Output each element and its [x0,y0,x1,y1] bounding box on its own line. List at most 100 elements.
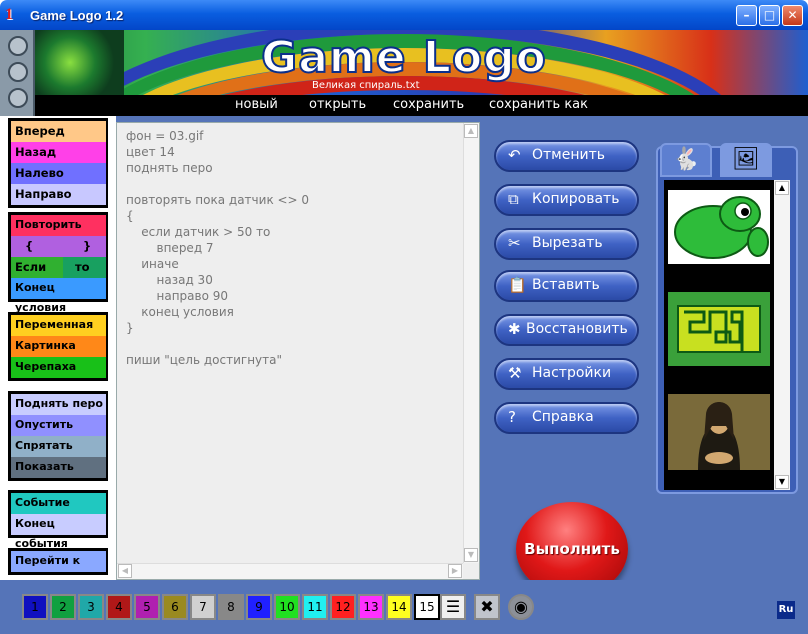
window-title: Game Logo 1.2 [30,8,124,23]
cmd-end-if[interactable]: Конец условия [11,278,106,314]
vertical-scrollbar[interactable]: ▲ ▼ [463,123,479,563]
paste-button[interactable]: 📋 Вставить [494,270,639,302]
cmd-right[interactable]: Направо [11,184,106,205]
cmd-pen-down[interactable]: Опустить перо [11,415,106,451]
app-icon: 1 [5,6,13,23]
undo-button[interactable]: ↶ Отменить [494,140,639,172]
scroll-right-icon[interactable]: ▶ [448,564,462,578]
settings-button[interactable]: ⚒ Настройки [494,358,639,390]
help-button[interactable]: ? Справка [494,402,639,434]
scroll-up-icon[interactable]: ▲ [775,181,789,195]
cmd-end-event[interactable]: Конец события [11,514,106,550]
app-logo: Game Logo [260,31,547,84]
cmd-show[interactable]: Показать [11,457,106,478]
objects-group: Переменная Картинка Черепаха [8,312,108,381]
color-grid-icon: ☰ [445,597,461,616]
menu-new[interactable]: новый [235,97,278,112]
binder-holes [0,30,35,116]
scroll-up-icon[interactable]: ▲ [464,124,478,138]
cmd-then: то [63,257,106,278]
minimize-icon: – [743,8,750,22]
help-icon: ? [508,408,516,426]
restore-button[interactable]: ✱ Восстановить [494,314,639,346]
cmd-if-then[interactable]: Если то [11,257,106,278]
color-swatch-15[interactable]: 15 [414,594,440,620]
title-bar: 1 Game Logo 1.2 – □ ✕ [0,0,808,30]
gallery-list: ▲ ▼ [664,180,790,490]
color-swatch-10[interactable]: 10 [274,594,300,620]
color-swatch-8[interactable]: 8 [218,594,244,620]
menu-open[interactable]: открыть [309,97,366,112]
cmd-pen-up[interactable]: Поднять перо [11,394,106,415]
color-swatch-11[interactable]: 11 [302,594,328,620]
color-swatch-2[interactable]: 2 [50,594,76,620]
color-swatch-14[interactable]: 14 [386,594,412,620]
minimize-button[interactable]: – [736,5,757,26]
color-swatch-1[interactable]: 1 [22,594,48,620]
color-swatch-5[interactable]: 5 [134,594,160,620]
cmd-variable[interactable]: Переменная [11,315,106,336]
tab-characters[interactable]: 🐇 [660,143,712,177]
cmd-picture[interactable]: Картинка [11,336,106,357]
pen-group: Поднять перо Опустить перо Спрятать Пока… [8,391,108,481]
tools-icon: ⚒ [508,364,522,382]
image-gallery: 🐇 🖼 ▲ ▼ [656,143,798,494]
goto-group: Перейти к [8,548,108,575]
code-editor[interactable]: фон = 03.gif цвет 14 поднять перо повтор… [116,122,480,580]
event-group: Событие Конец события [8,490,108,550]
scroll-left-icon[interactable]: ◀ [118,564,132,578]
brace-close: } [83,239,92,253]
color-swatch-12[interactable]: 12 [330,594,356,620]
gallery-item-mona-lisa[interactable] [668,394,770,470]
banner: Game Logo Великая спираль.txt [0,30,808,95]
maximize-button[interactable]: □ [759,5,780,26]
portrait-image [668,394,770,470]
cmd-left[interactable]: Налево [11,163,106,184]
code-text[interactable]: фон = 03.gif цвет 14 поднять перо повтор… [126,128,309,368]
disc-button[interactable]: ◉ [508,594,534,620]
horizontal-scrollbar[interactable]: ◀ ▶ [117,563,463,579]
color-swatch-4[interactable]: 4 [106,594,132,620]
binder-hole-icon [8,88,28,108]
cmd-event[interactable]: Событие [11,493,106,514]
tab-backgrounds[interactable]: 🖼 [720,143,772,177]
binder-hole-icon [8,36,28,56]
color-swatch-9[interactable]: 9 [246,594,272,620]
turtle-image [674,196,769,259]
color-swatch-3[interactable]: 3 [78,594,104,620]
close-button[interactable]: ✕ [782,5,803,26]
menu-save-as[interactable]: сохранить как [489,97,588,112]
color-swatch-13[interactable]: 13 [358,594,384,620]
color-swatch-6[interactable]: 6 [162,594,188,620]
disc-icon: ◉ [514,597,528,616]
menu-save[interactable]: сохранить [393,97,464,112]
maze-image [677,305,761,353]
compass-icon: ✖ [480,597,494,616]
cmd-turtle[interactable]: Черепаха [11,357,106,378]
language-indicator: Ru [777,601,795,619]
cmd-hide[interactable]: Спрятать [11,436,106,457]
app-client: Game Logo Великая спираль.txt новый откр… [0,30,808,634]
cut-button[interactable]: ✂ Вырезать [494,228,639,260]
cmd-forward[interactable]: Вперед [11,121,106,142]
scroll-down-icon[interactable]: ▼ [464,548,478,562]
cmd-braces[interactable]: { } [11,236,106,257]
maximize-icon: □ [763,8,776,22]
brace-open: { [25,239,34,253]
color-swatch-7[interactable]: 7 [190,594,216,620]
restore-icon: ✱ [508,320,521,338]
actions-panel: ↶ Отменить ⧉ Копировать ✂ Вырезать 📋 Вставит… [480,122,656,596]
scroll-down-icon[interactable]: ▼ [775,475,789,489]
rabbit-icon: 🐇 [672,147,700,172]
close-icon: ✕ [787,8,798,22]
cmd-repeat[interactable]: Повторить [11,215,106,236]
gallery-item-maze[interactable] [668,292,770,366]
grid-palette-button[interactable]: ☰ [440,594,466,620]
compass-button[interactable]: ✖ [474,594,500,620]
gallery-scrollbar[interactable]: ▲ ▼ [774,180,790,490]
cmd-goto[interactable]: Перейти к [11,551,106,572]
undo-icon: ↶ [508,146,521,164]
cmd-back[interactable]: Назад [11,142,106,163]
gallery-item-turtle[interactable] [668,190,770,264]
copy-button[interactable]: ⧉ Копировать [494,184,639,216]
